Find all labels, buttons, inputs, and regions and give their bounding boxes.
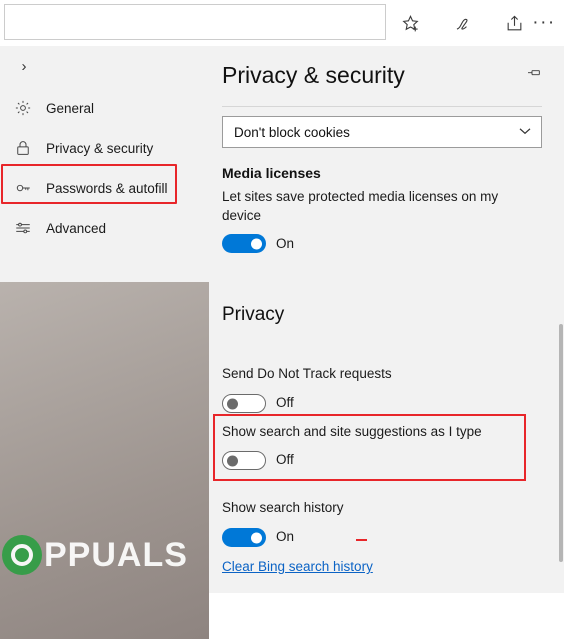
search-history-label: Show search history — [222, 500, 344, 515]
gear-icon — [14, 99, 40, 117]
pin-icon[interactable] — [526, 68, 542, 89]
more-icon[interactable]: ··· — [529, 8, 559, 38]
sliders-icon — [14, 219, 40, 237]
content-scrollbar-thumb[interactable] — [559, 324, 563, 562]
sidebar-item-privacy-security[interactable]: Privacy & security — [0, 128, 209, 168]
do-not-track-toggle-state: Off — [276, 395, 294, 410]
sidebar-item-advanced[interactable]: Advanced — [0, 208, 209, 248]
settings-sidebar: › General Privacy & security Passwords &… — [0, 46, 209, 639]
clear-bing-search-history-link[interactable]: Clear Bing search history — [222, 559, 373, 574]
title-divider — [222, 106, 542, 107]
media-licenses-toggle-state: On — [276, 236, 295, 251]
page-title: Privacy & security — [222, 62, 405, 88]
sidebar-item-label: Privacy & security — [46, 140, 154, 156]
watermark-text: PPUALS — [44, 535, 188, 574]
search-history-toggle[interactable] — [222, 528, 266, 547]
content-scrollbar[interactable] — [559, 46, 564, 593]
do-not-track-label: Send Do Not Track requests — [222, 366, 392, 381]
web-note-pen-icon[interactable] — [447, 8, 477, 38]
search-suggestions-highlight — [213, 414, 526, 481]
cookies-select[interactable]: Don't block cookies — [222, 116, 542, 148]
privacy-section-heading: Privacy — [222, 304, 285, 325]
appuals-watermark: PPUALS — [2, 535, 188, 575]
sidebar-back-button[interactable]: › — [10, 52, 38, 80]
lock-icon — [14, 139, 40, 157]
search-history-toggle-state: On — [276, 529, 295, 544]
favorites-star-icon[interactable] — [395, 8, 425, 38]
desktop-wallpaper-area — [0, 282, 209, 639]
chevron-down-icon — [519, 126, 531, 138]
address-bar-input[interactable] — [4, 4, 386, 40]
sidebar-selection-highlight — [1, 164, 177, 204]
sidebar-item-general[interactable]: General — [0, 88, 209, 128]
sidebar-item-label: Advanced — [46, 220, 107, 236]
media-licenses-heading: Media licenses — [222, 165, 321, 181]
media-licenses-toggle[interactable] — [222, 234, 266, 253]
privacy-security-panel: Privacy & security Don't block cookies M… — [209, 46, 564, 593]
sidebar-item-label: General — [46, 100, 95, 116]
appuals-logo-icon — [2, 535, 42, 575]
cookies-select-value: Don't block cookies — [234, 124, 350, 140]
media-licenses-description: Let sites save protected media licenses … — [222, 189, 499, 223]
do-not-track-toggle[interactable] — [222, 394, 266, 413]
browser-toolbar: ··· — [0, 0, 564, 46]
red-annotation-dash — [356, 539, 367, 541]
share-icon[interactable] — [499, 8, 529, 38]
